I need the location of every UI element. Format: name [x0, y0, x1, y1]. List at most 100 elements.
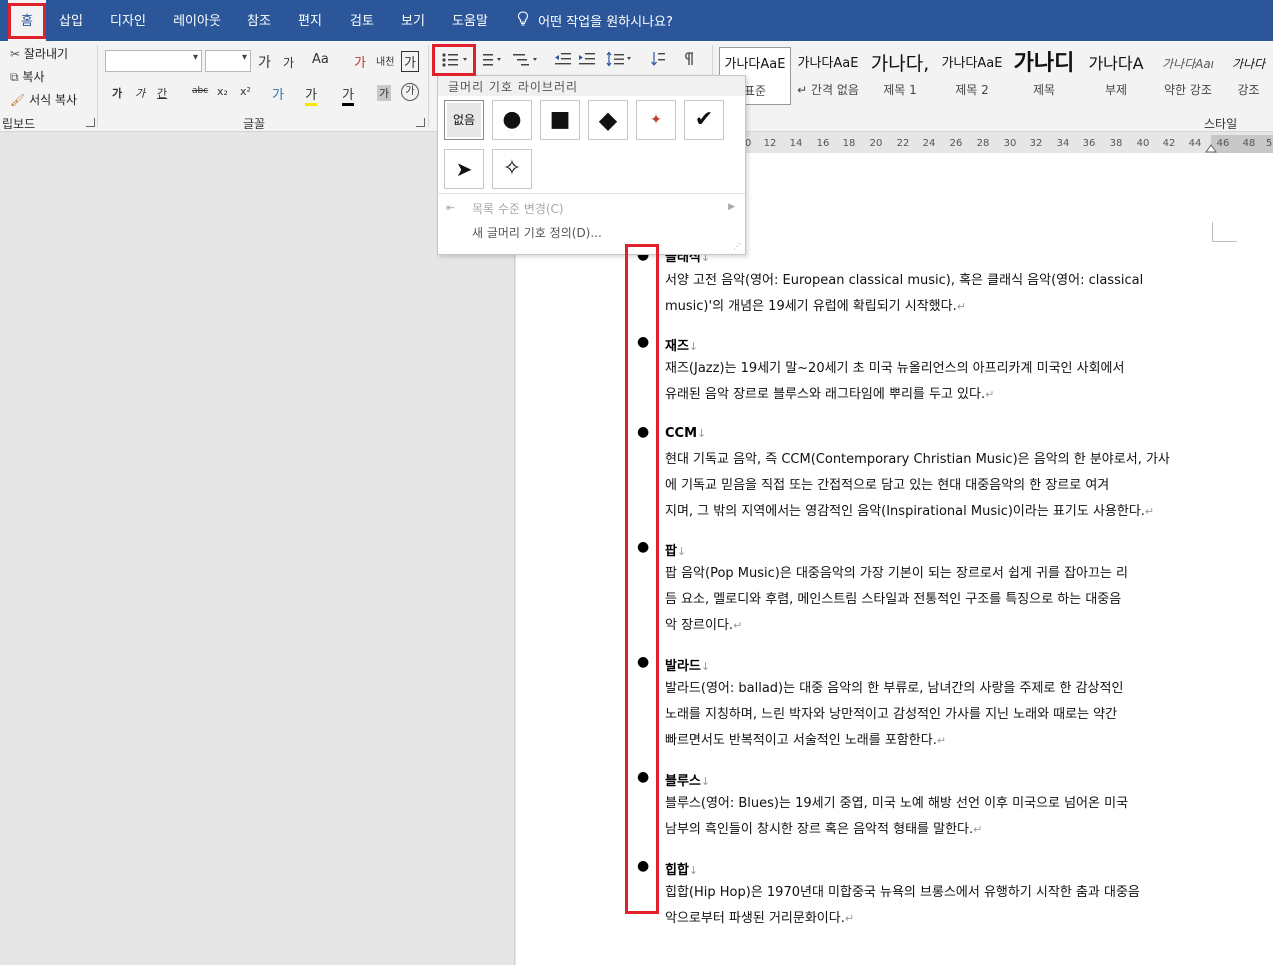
genre-description[interactable]: 현대 기독교 음악, 즉 CCM(Contemporary Christian … — [665, 447, 1213, 525]
superscript-button[interactable]: x² — [240, 85, 251, 98]
clear-format-button[interactable]: 가 — [354, 52, 366, 71]
decrease-indent-button[interactable] — [554, 52, 572, 70]
grow-font-button[interactable]: 가 — [258, 52, 271, 72]
decrease-indent-icon — [555, 53, 571, 65]
tab-insert[interactable]: 삽입 — [50, 0, 92, 41]
list-item: ● 재즈↓ 재즈(Jazz)는 19세기 말~20세기 초 미국 뉴올리언스의 … — [637, 334, 1217, 406]
style-heading-1[interactable]: 가나다, 제목 1 — [864, 47, 936, 105]
tab-help[interactable]: 도움말 — [444, 0, 496, 41]
style-name: 제목 2 — [955, 83, 989, 97]
ruler-tick: 36 — [1082, 138, 1096, 149]
italic-button[interactable]: 가 — [135, 85, 145, 101]
text-effects-button[interactable]: 가 — [272, 84, 284, 103]
multilevel-list-button[interactable] — [512, 52, 540, 72]
ruler-tick: 26 — [949, 138, 963, 149]
scissors-icon: ✂ — [10, 47, 21, 61]
style-title[interactable]: 가나디 제목 — [1008, 47, 1080, 105]
underline-button[interactable]: 간 — [157, 85, 167, 101]
horizontal-ruler[interactable]: 10 12 14 16 18 20 22 24 26 28 30 32 34 3… — [737, 135, 1273, 153]
cut-button[interactable]: ✂ 잘라내기 — [10, 45, 68, 62]
genre-title[interactable]: CCM↓ — [665, 426, 706, 441]
copy-button[interactable]: ⧉ 복사 — [10, 68, 45, 85]
numbering-button[interactable] — [478, 52, 504, 72]
ruler-tick: 18 — [842, 138, 856, 149]
genre-title[interactable]: 팝↓ — [665, 540, 686, 559]
tell-me-search[interactable]: 어떤 작업을 원하시나요? — [512, 0, 673, 41]
style-sample: 가나다Aaı — [1161, 57, 1215, 71]
enclose-characters-button[interactable]: 가 — [401, 83, 419, 101]
genre-description[interactable]: 재즈(Jazz)는 19세기 말~20세기 초 미국 뉴올리언스의 아프리카계 … — [665, 356, 1213, 408]
phonetic-guide-button[interactable]: 내천 — [376, 53, 394, 68]
tab-layout[interactable]: 레이아웃 — [164, 0, 230, 41]
subscript-button[interactable]: x₂ — [217, 85, 228, 98]
font-color-button[interactable]: 가 — [342, 84, 354, 106]
bullet-library-title: 글머리 기호 라이브러리 — [448, 80, 579, 94]
style-name: 제목 1 — [883, 83, 917, 97]
bullet-colorful-star-option[interactable]: ✦ — [636, 100, 676, 140]
font-name-combo[interactable] — [105, 50, 202, 72]
genre-description[interactable]: 팝 음악(Pop Music)은 대중음악의 가장 기본이 되는 장르로서 쉽게… — [665, 561, 1213, 639]
paintbrush-icon: 🖌 — [10, 93, 26, 107]
define-new-bullet-item[interactable]: 새 글머리 기호 정의(D)... — [472, 224, 602, 241]
bullet-checkmark-option[interactable]: ✔ — [684, 100, 724, 140]
ruler-tick: 48 — [1242, 138, 1256, 149]
tab-mailings[interactable]: 편지 — [289, 0, 331, 41]
show-formatting-button[interactable] — [683, 51, 697, 71]
genre-title[interactable]: 힙합↓ — [665, 859, 698, 878]
tab-references[interactable]: 참조 — [238, 0, 280, 41]
change-list-level-item[interactable]: 목록 수준 변경(C) — [472, 200, 564, 217]
style-emphasis[interactable]: 가나다 강조 — [1224, 47, 1273, 105]
increase-indent-button[interactable] — [578, 52, 596, 70]
list-item: ● 블루스↓ 블루스(영어: Blues)는 19세기 중엽, 미국 노예 해방… — [637, 769, 1217, 841]
sort-button[interactable] — [650, 51, 666, 71]
line-spacing-button[interactable] — [606, 51, 634, 71]
pilcrow-icon — [685, 52, 693, 65]
ruler-tick: 28 — [976, 138, 990, 149]
genre-title[interactable]: 발라드↓ — [665, 655, 710, 674]
copy-label: 복사 — [22, 70, 45, 84]
menu-divider — [438, 193, 745, 194]
ruler-tick: 14 — [789, 138, 803, 149]
genre-description[interactable]: 발라드(영어: ballad)는 대중 음악의 한 부류로, 남녀간의 사랑을 … — [665, 676, 1213, 754]
tab-design[interactable]: 디자인 — [100, 0, 156, 41]
ruler-tick: 32 — [1029, 138, 1043, 149]
right-indent-marker-icon[interactable] — [1205, 143, 1217, 153]
increase-indent-icon — [579, 53, 595, 65]
clipboard-launcher-icon[interactable] — [86, 118, 95, 127]
bold-button[interactable]: 가 — [112, 85, 122, 101]
group-divider — [97, 45, 98, 127]
highlight-color-button[interactable]: 가 — [305, 84, 317, 106]
style-heading-2[interactable]: 가나다AaE 제목 2 — [936, 47, 1008, 105]
style-no-spacing[interactable]: 가나다AaE ↵ 간격 없음 — [792, 47, 864, 105]
genre-description[interactable]: 블루스(영어: Blues)는 19세기 중엽, 미국 노예 해방 선언 이후 … — [665, 791, 1213, 843]
genre-title[interactable]: 블루스↓ — [665, 770, 710, 789]
bullet-none-option[interactable]: 없음 — [444, 100, 484, 140]
tab-review[interactable]: 검토 — [340, 0, 384, 41]
bullet-filled-circle-option[interactable]: ● — [492, 100, 532, 140]
tell-me-text: 어떤 작업을 원하시나요? — [538, 15, 673, 30]
style-sample: 가나다 — [1231, 57, 1266, 71]
tab-view[interactable]: 보기 — [392, 0, 434, 41]
bullet-four-point-star-option[interactable]: ✧ — [492, 149, 532, 189]
genre-description[interactable]: 힙합(Hip Hop)은 1970년대 미합중국 뉴욕의 브롱스에서 유행하기 … — [665, 880, 1213, 932]
resize-grip-icon[interactable]: ⋰ — [733, 242, 741, 251]
ruler-tick: 46 — [1216, 138, 1230, 149]
font-size-combo[interactable] — [205, 50, 251, 72]
change-case-button[interactable]: Aa — [312, 52, 329, 67]
character-border-button[interactable]: 가 — [401, 51, 419, 72]
genre-description[interactable]: 서양 고전 음악(영어: European classical music), … — [665, 268, 1213, 320]
genre-title[interactable]: 재즈↓ — [665, 335, 698, 354]
style-subtle-emphasis[interactable]: 가나다Aaı 약한 강조 — [1152, 47, 1224, 105]
format-painter-button[interactable]: 🖌 서식 복사 — [10, 91, 77, 108]
bullet-diamond-option[interactable]: ◆ — [588, 100, 628, 140]
bullet-filled-square-option[interactable]: ■ — [540, 100, 580, 140]
navigation-pane-area — [0, 132, 515, 965]
shrink-font-button[interactable]: 가 — [283, 54, 294, 71]
strikethrough-button[interactable]: abc — [192, 86, 208, 96]
style-subtitle[interactable]: 가나다A 부제 — [1080, 47, 1152, 105]
ruler-tick: 34 — [1056, 138, 1070, 149]
style-sample: 가나다, — [870, 53, 930, 75]
bullet-arrow-option[interactable]: ➤ — [444, 149, 484, 189]
character-shading-button[interactable]: 가 — [377, 85, 392, 101]
font-launcher-icon[interactable] — [416, 118, 425, 127]
